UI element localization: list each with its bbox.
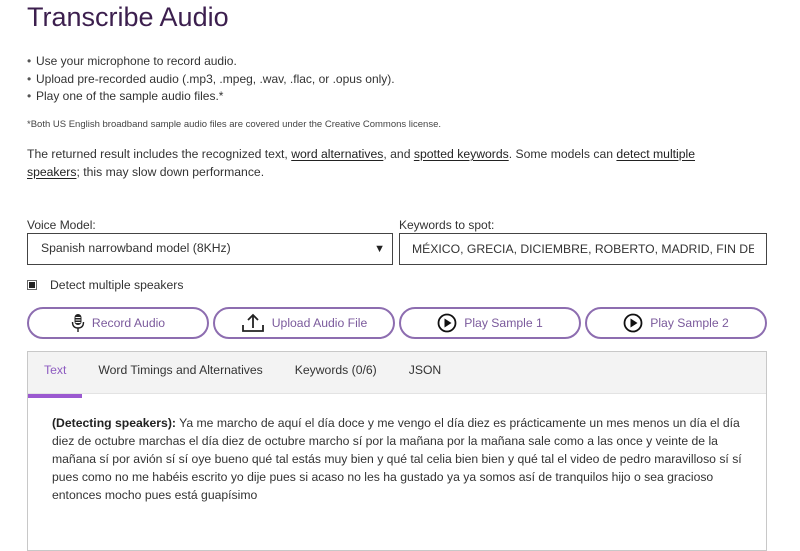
instruction-item: Upload pre-recorded audio (.mp3, .mpeg, … <box>27 71 395 89</box>
results-panel: Text Word Timings and Alternatives Keywo… <box>27 351 767 551</box>
play-circle-icon <box>623 313 643 333</box>
license-footnote: *Both US English broadband sample audio … <box>27 119 442 130</box>
play-circle-icon <box>437 313 457 333</box>
record-audio-button[interactable]: Record Audio <box>27 307 209 339</box>
instruction-item: Use your microphone to record audio. <box>27 53 395 71</box>
word-alternatives-link[interactable]: word alternatives <box>291 147 383 161</box>
voice-model-value: Spanish narrowband model (8KHz) <box>41 241 231 255</box>
tab-keywords[interactable]: Keywords (0/6) <box>279 352 393 393</box>
voice-model-label: Voice Model: <box>27 218 96 232</box>
detect-speakers-label: Detect multiple speakers <box>50 278 184 292</box>
description-text: , and <box>383 147 414 161</box>
description-text: The returned result includes the recogni… <box>27 147 292 161</box>
instructions-list: Use your microphone to record audio. Upl… <box>27 53 395 106</box>
play-sample-1-label: Play Sample 1 <box>464 316 543 330</box>
description: The returned result includes the recogni… <box>27 145 707 181</box>
instruction-item: Play one of the sample audio files.* <box>27 88 395 106</box>
tab-json[interactable]: JSON <box>393 352 458 393</box>
play-sample-2-label: Play Sample 2 <box>650 316 729 330</box>
play-sample-2-button[interactable]: Play Sample 2 <box>585 307 767 339</box>
record-audio-label: Record Audio <box>91 316 166 330</box>
checkbox-check-icon <box>29 282 35 288</box>
transcript-text: (Detecting speakers): Ya me marcho de aq… <box>52 414 752 504</box>
keywords-input[interactable] <box>399 233 767 265</box>
upload-icon <box>241 313 265 333</box>
tab-word-timings[interactable]: Word Timings and Alternatives <box>82 352 278 393</box>
play-sample-1-button[interactable]: Play Sample 1 <box>399 307 581 339</box>
description-text: . Some models can <box>508 147 617 161</box>
detect-speakers-checkbox[interactable] <box>27 280 37 290</box>
microphone-icon <box>71 313 85 333</box>
voice-model-select[interactable]: Spanish narrowband model (8KHz) ▼ <box>27 233 393 265</box>
description-text: ; this may slow down performance. <box>76 165 265 179</box>
spotted-keywords-link[interactable]: spotted keywords <box>414 147 509 161</box>
upload-audio-label: Upload Audio File <box>271 316 368 330</box>
dropdown-arrow-icon: ▼ <box>374 243 385 255</box>
speaker-detection-prefix: (Detecting speakers): <box>52 416 176 430</box>
upload-audio-button[interactable]: Upload Audio File <box>213 307 395 339</box>
page-title: Transcribe Audio <box>27 2 229 32</box>
keywords-label: Keywords to spot: <box>399 218 495 232</box>
tab-text[interactable]: Text <box>28 352 83 398</box>
results-tabs: Text Word Timings and Alternatives Keywo… <box>28 352 766 398</box>
detect-speakers-option[interactable]: Detect multiple speakers <box>27 278 183 292</box>
